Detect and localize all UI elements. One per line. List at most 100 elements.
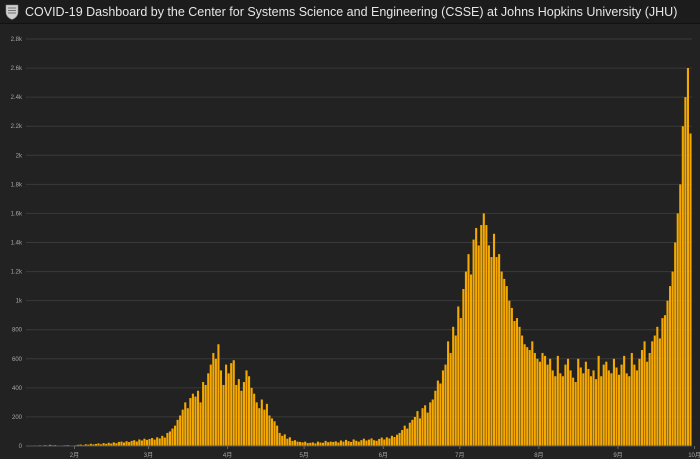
bar[interactable] xyxy=(273,421,276,446)
bar[interactable] xyxy=(117,441,120,446)
bar[interactable] xyxy=(569,370,572,446)
bar[interactable] xyxy=(638,358,641,446)
bar[interactable] xyxy=(245,370,248,446)
bar[interactable] xyxy=(533,352,536,446)
bar[interactable] xyxy=(515,318,519,446)
bar[interactable] xyxy=(240,390,243,446)
bar[interactable] xyxy=(138,439,141,446)
bar[interactable] xyxy=(171,428,174,446)
bar[interactable] xyxy=(651,341,654,446)
bar[interactable] xyxy=(429,402,432,446)
bar[interactable] xyxy=(135,441,138,446)
bar[interactable] xyxy=(628,376,631,446)
bar[interactable] xyxy=(661,318,664,446)
bar[interactable] xyxy=(278,432,281,446)
bar[interactable] xyxy=(544,355,547,446)
bar[interactable] xyxy=(120,441,123,446)
bar[interactable] xyxy=(658,338,661,446)
bar[interactable] xyxy=(186,408,189,446)
bar[interactable] xyxy=(373,440,376,446)
bar[interactable] xyxy=(350,441,353,446)
bar[interactable] xyxy=(625,373,628,446)
bar[interactable] xyxy=(424,405,427,446)
bar[interactable] xyxy=(564,364,567,446)
bar[interactable] xyxy=(393,436,396,446)
bar[interactable] xyxy=(237,379,240,446)
bar[interactable] xyxy=(339,440,342,446)
bar[interactable] xyxy=(260,399,263,446)
bar[interactable] xyxy=(248,376,251,446)
bar[interactable] xyxy=(334,441,337,446)
bar[interactable] xyxy=(299,441,302,446)
bar[interactable] xyxy=(235,384,238,446)
bar[interactable] xyxy=(589,376,593,446)
bar[interactable] xyxy=(635,370,638,446)
bar[interactable] xyxy=(253,393,256,446)
bar[interactable] xyxy=(495,257,498,446)
bar[interactable] xyxy=(577,358,580,446)
bar[interactable] xyxy=(378,439,381,446)
bar[interactable] xyxy=(181,409,184,446)
bar[interactable] xyxy=(342,441,345,446)
bar[interactable] xyxy=(367,439,371,446)
bar[interactable] xyxy=(398,432,401,446)
bar[interactable] xyxy=(618,374,621,446)
bar[interactable] xyxy=(140,440,143,446)
bar[interactable] xyxy=(676,213,679,446)
bar[interactable] xyxy=(536,358,539,446)
bar[interactable] xyxy=(122,442,126,446)
bar[interactable] xyxy=(232,360,235,446)
bar[interactable] xyxy=(125,441,128,446)
bar[interactable] xyxy=(498,254,501,446)
bar[interactable] xyxy=(189,398,192,446)
bar[interactable] xyxy=(490,257,493,446)
bar[interactable] xyxy=(482,213,485,446)
bar[interactable] xyxy=(549,358,552,446)
bar[interactable] xyxy=(559,373,562,446)
bar[interactable] xyxy=(219,370,223,446)
bar[interactable] xyxy=(572,377,575,446)
bar[interactable] xyxy=(265,403,268,446)
bar[interactable] xyxy=(199,402,202,446)
bar[interactable] xyxy=(148,439,151,446)
bar[interactable] xyxy=(396,434,399,446)
bar[interactable] xyxy=(620,364,623,446)
bar[interactable] xyxy=(176,419,179,446)
bar[interactable] xyxy=(470,274,473,446)
bar[interactable] xyxy=(679,184,682,447)
bar[interactable] xyxy=(202,382,205,446)
bar[interactable] xyxy=(212,352,215,446)
bar[interactable] xyxy=(161,435,164,446)
bar[interactable] xyxy=(286,438,289,446)
bar[interactable] xyxy=(439,383,442,447)
bar[interactable] xyxy=(365,440,368,446)
bar[interactable] xyxy=(352,439,355,446)
bar[interactable] xyxy=(194,396,197,446)
bar[interactable] xyxy=(184,402,187,446)
bar[interactable] xyxy=(528,350,531,446)
bar[interactable] xyxy=(225,364,228,446)
bar[interactable] xyxy=(656,326,659,446)
bar[interactable] xyxy=(500,271,503,446)
bar[interactable] xyxy=(370,438,373,446)
bar[interactable] xyxy=(255,402,258,446)
bar[interactable] xyxy=(592,370,595,446)
bar[interactable] xyxy=(276,425,279,446)
bar[interactable] xyxy=(375,440,378,446)
bar[interactable] xyxy=(538,361,541,446)
bar[interactable] xyxy=(441,370,445,446)
bar[interactable] xyxy=(214,358,217,446)
bar[interactable] xyxy=(541,352,544,446)
bar[interactable] xyxy=(452,326,455,446)
bar[interactable] xyxy=(327,442,330,446)
bar[interactable] xyxy=(174,425,177,446)
bar[interactable] xyxy=(510,307,513,446)
bar[interactable] xyxy=(464,271,467,446)
bar[interactable] xyxy=(332,441,335,446)
bar[interactable] xyxy=(663,315,667,446)
bar[interactable] xyxy=(612,358,615,446)
bar[interactable] xyxy=(163,437,166,446)
bar[interactable] xyxy=(485,225,488,446)
bar[interactable] xyxy=(227,373,230,446)
bar[interactable] xyxy=(281,435,284,446)
